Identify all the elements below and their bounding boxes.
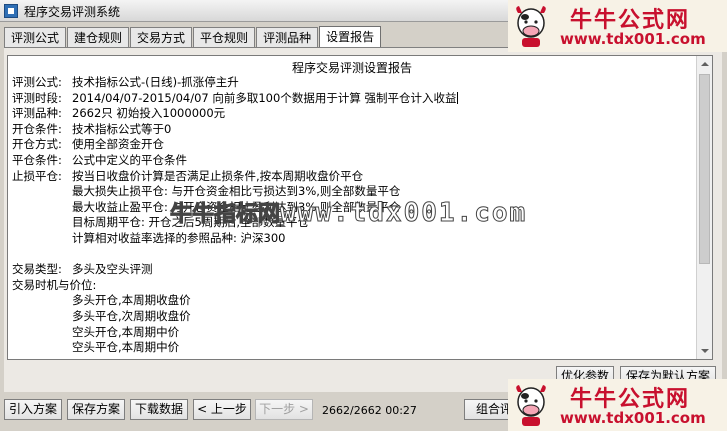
report-line: 多头开仓,本周期收盘价 bbox=[72, 293, 191, 308]
report-line: 开仓方式: 使用全部资金开仓 bbox=[12, 137, 164, 152]
watermark-banner-bottom: 牛牛公式网 www.tdx001.com bbox=[508, 379, 727, 431]
report-title: 程序交易评测设置报告 bbox=[291, 61, 412, 75]
report-line: 评测品种: 2662只 初始投入1000000元 bbox=[12, 106, 226, 121]
progress-status: 2662/2662 00:27 bbox=[322, 404, 417, 417]
report-line: 空头开仓,本周期中价 bbox=[72, 324, 180, 339]
report-line: 止损平仓: 按当日收盘价计算是否满足止损条件,按本周期收盘价平仓 bbox=[12, 168, 364, 183]
watermark-url: www.tdx001.com bbox=[560, 409, 706, 427]
watermark-banner-top: 牛牛公式网 www.tdx001.com bbox=[508, 0, 727, 52]
report-line: 开仓条件: 技术指标公式等于0 bbox=[12, 121, 172, 136]
download-data-button[interactable]: 下载数据 bbox=[130, 399, 188, 420]
report-line bbox=[12, 247, 696, 263]
next-step-button[interactable]: 下一步 > bbox=[255, 399, 313, 420]
cow-mascot-icon bbox=[516, 385, 546, 426]
report-line: 平仓条件: 公式中定义的平仓条件 bbox=[12, 152, 187, 167]
watermark-url: www.tdx001.com bbox=[560, 30, 706, 48]
tab-trade-mode[interactable]: 交易方式 bbox=[130, 27, 193, 48]
watermark-overlay: 牛牛指标网www.tdx001.com bbox=[169, 196, 528, 232]
import-plan-button[interactable]: 引入方案 bbox=[4, 399, 62, 420]
prev-step-button[interactable]: < 上一步 bbox=[193, 399, 251, 420]
cow-mascot-icon bbox=[516, 6, 546, 47]
report-line: 空头平仓,本周期中价 bbox=[72, 340, 180, 355]
tab-settings-report[interactable]: 设置报告 bbox=[319, 26, 382, 48]
tab-close-rules[interactable]: 平仓规则 bbox=[193, 27, 256, 48]
tab-strip: 评测公式 建仓规则 交易方式 平仓规则 评测品种 设置报告 bbox=[4, 26, 382, 48]
text-caret bbox=[457, 91, 459, 104]
vertical-scrollbar[interactable] bbox=[696, 56, 712, 359]
tab-open-rules[interactable]: 建仓规则 bbox=[67, 27, 130, 48]
report-line: 计算相对收益率选择的参照品种: 沪深300 bbox=[72, 230, 286, 245]
report-line: 评测公式: 技术指标公式-(日线)-抓涨停主升 bbox=[12, 75, 239, 89]
report-line: 多头平仓,次周期收盘价 bbox=[72, 308, 191, 323]
scroll-thumb[interactable] bbox=[699, 74, 710, 264]
watermark-overlay-url: www.tdx001.com bbox=[280, 198, 528, 229]
watermark-overlay-prefix: 牛牛指标网 bbox=[169, 202, 281, 228]
scroll-up-arrow-icon[interactable] bbox=[697, 56, 712, 72]
tab-formula[interactable]: 评测公式 bbox=[4, 27, 67, 48]
report-line: 交易类型: 多头及空头评测 bbox=[12, 262, 153, 277]
app-icon bbox=[4, 4, 18, 18]
save-plan-button[interactable]: 保存方案 bbox=[67, 399, 125, 420]
tab-test-symbols[interactable]: 评测品种 bbox=[256, 27, 319, 48]
report-line: 评测时段: 2014/04/07-2015/04/07 向前多取100个数据用于计… bbox=[12, 90, 459, 105]
report-line: 交易时机与价位: bbox=[12, 277, 97, 292]
window-title: 程序交易评测系统 bbox=[24, 5, 121, 19]
scroll-down-arrow-icon[interactable] bbox=[697, 343, 712, 359]
